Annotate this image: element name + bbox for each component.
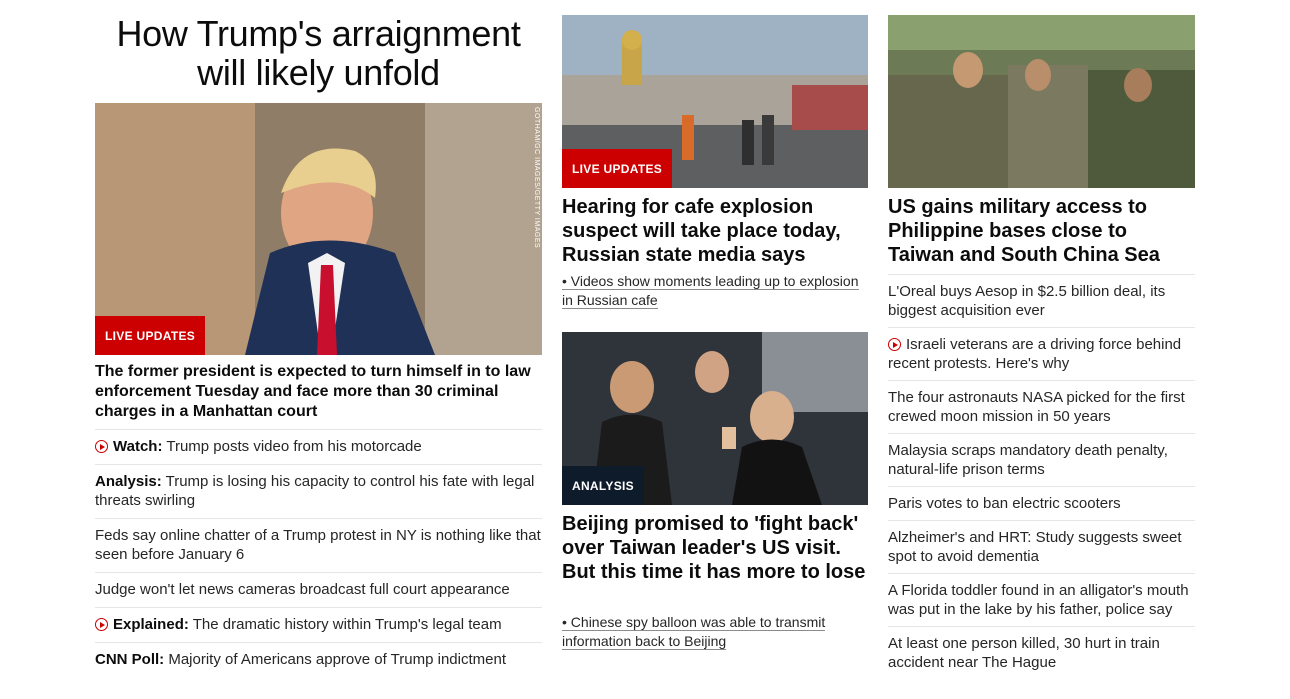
list-item[interactable]: Paris votes to ban electric scooters bbox=[888, 486, 1195, 520]
lead-dek[interactable]: The former president is expected to turn… bbox=[95, 362, 535, 422]
list-item[interactable]: Malaysia scraps mandatory death penalty,… bbox=[888, 433, 1195, 486]
list-item[interactable]: Explained: The dramatic history within T… bbox=[95, 607, 542, 642]
lead-headline[interactable]: How Trump's arraignment will likely unfo… bbox=[95, 14, 542, 92]
list-item[interactable]: Feds say online chatter of a Trump prote… bbox=[95, 518, 542, 572]
play-icon bbox=[95, 618, 108, 631]
cafe-explosion-image[interactable]: LIVE UPDATES bbox=[562, 15, 868, 188]
list-item[interactable]: A Florida toddler found in an alligator'… bbox=[888, 573, 1195, 626]
cafe-related-link[interactable]: • Videos show moments leading up to expl… bbox=[562, 272, 868, 310]
list-item[interactable]: The four astronauts NASA picked for the … bbox=[888, 380, 1195, 433]
taiwan-leader-image[interactable]: ANALYSIS bbox=[562, 332, 868, 505]
live-updates-badge: LIVE UPDATES bbox=[95, 316, 206, 355]
philippines-headline[interactable]: US gains military access to Philippine b… bbox=[888, 195, 1195, 267]
lead-image[interactable]: GOTHAM/GC IMAGES/GETTY IMAGES LIVE UPDAT… bbox=[95, 103, 542, 355]
list-item[interactable]: Watch: Trump posts video from his motorc… bbox=[95, 429, 542, 464]
philippines-military-image[interactable] bbox=[888, 15, 1195, 188]
cafe-explosion-headline[interactable]: Hearing for cafe explosion suspect will … bbox=[562, 195, 868, 267]
headlines-list: L'Oreal buys Aesop in $2.5 billion deal,… bbox=[888, 274, 1195, 679]
list-item[interactable]: Israeli veterans are a driving force beh… bbox=[888, 327, 1195, 380]
list-item[interactable]: Analysis: Trump is losing his capacity t… bbox=[95, 464, 542, 518]
list-item[interactable]: Judge won't let news cameras broadcast f… bbox=[95, 572, 542, 607]
taiwan-related-link[interactable]: • Chinese spy balloon was able to transm… bbox=[562, 613, 868, 651]
list-item[interactable]: L'Oreal buys Aesop in $2.5 billion deal,… bbox=[888, 274, 1195, 327]
list-item[interactable]: Alzheimer's and HRT: Study suggests swee… bbox=[888, 520, 1195, 573]
taiwan-headline[interactable]: Beijing promised to 'fight back' over Ta… bbox=[562, 512, 868, 584]
live-updates-badge: LIVE UPDATES bbox=[562, 149, 673, 188]
play-icon bbox=[95, 440, 108, 453]
military-image-art bbox=[888, 15, 1195, 188]
list-item[interactable]: CNN Poll: Majority of Americans approve … bbox=[95, 642, 542, 677]
lead-related-list: Watch: Trump posts video from his motorc… bbox=[95, 429, 542, 677]
lead-story-column: How Trump's arraignment will likely unfo… bbox=[95, 0, 542, 668]
list-item[interactable]: At least one person killed, 30 hurt in t… bbox=[888, 626, 1195, 679]
photo-credit: GOTHAM/GC IMAGES/GETTY IMAGES bbox=[533, 107, 540, 249]
analysis-badge: ANALYSIS bbox=[562, 466, 644, 505]
play-icon bbox=[888, 338, 901, 351]
